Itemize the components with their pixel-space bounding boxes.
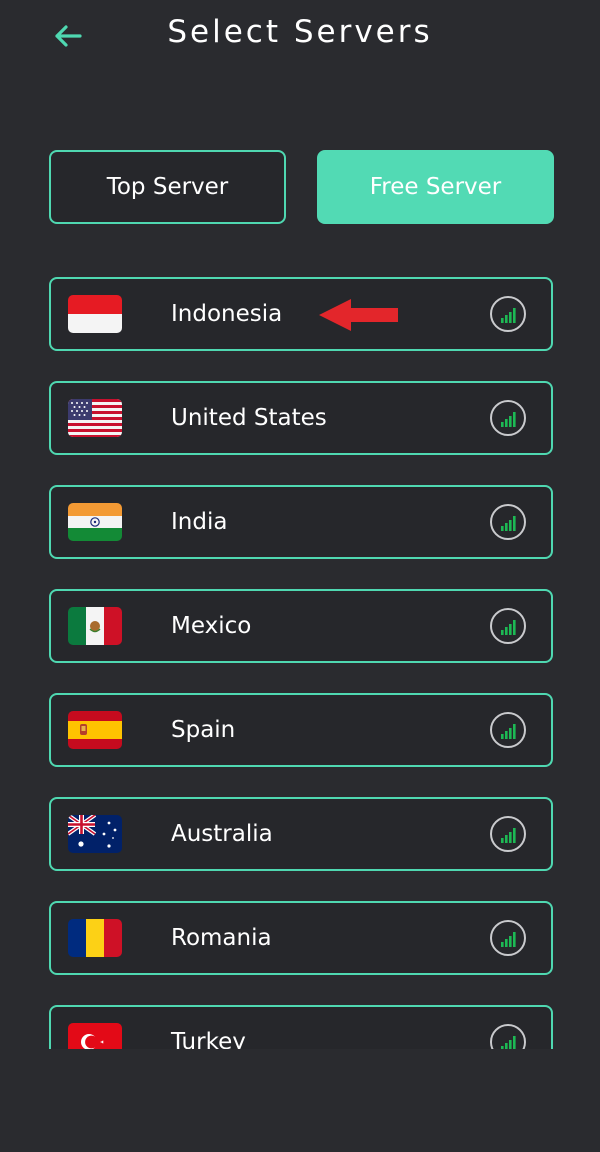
server-item-indonesia[interactable]: Indonesia [49, 277, 553, 351]
country-label: Australia [171, 821, 273, 847]
country-label: Romania [171, 925, 272, 951]
country-label: United States [171, 405, 327, 431]
select-servers-screen: Select Servers Top Server Free Server In… [0, 0, 600, 1152]
flag-india-icon [68, 503, 122, 541]
flag-mexico-icon [68, 607, 122, 645]
server-item-turkey[interactable]: Turkey [49, 1005, 553, 1049]
tab-top-server[interactable]: Top Server [49, 150, 286, 224]
server-item-india[interactable]: India [49, 485, 553, 559]
signal-strength-icon [490, 920, 526, 956]
country-label: Mexico [171, 613, 252, 639]
flag-australia-icon [68, 815, 122, 853]
signal-strength-icon [490, 816, 526, 852]
country-label: Spain [171, 717, 236, 743]
tab-free-server[interactable]: Free Server [317, 150, 554, 224]
country-label: Turkey [171, 1029, 246, 1049]
server-list[interactable]: Indonesia United States India Mexico Spa… [49, 277, 553, 1049]
signal-strength-icon [490, 400, 526, 436]
signal-strength-icon [490, 712, 526, 748]
page-title: Select Servers [167, 14, 433, 50]
server-item-spain[interactable]: Spain [49, 693, 553, 767]
red-arrow-icon [319, 297, 399, 333]
server-type-tabs: Top Server Free Server [49, 150, 554, 224]
flag-spain-icon [68, 711, 122, 749]
header: Select Servers [0, 0, 600, 72]
country-label: India [171, 509, 228, 535]
server-item-romania[interactable]: Romania [49, 901, 553, 975]
signal-strength-icon [490, 296, 526, 332]
server-item-australia[interactable]: Australia [49, 797, 553, 871]
signal-strength-icon [490, 1024, 526, 1049]
flag-united-states-icon [68, 399, 122, 437]
server-item-united-states[interactable]: United States [49, 381, 553, 455]
flag-romania-icon [68, 919, 122, 957]
country-label: Indonesia [171, 301, 283, 327]
signal-strength-icon [490, 504, 526, 540]
flag-indonesia-icon [68, 295, 122, 333]
flag-turkey-icon [68, 1023, 122, 1049]
signal-strength-icon [490, 608, 526, 644]
server-item-mexico[interactable]: Mexico [49, 589, 553, 663]
